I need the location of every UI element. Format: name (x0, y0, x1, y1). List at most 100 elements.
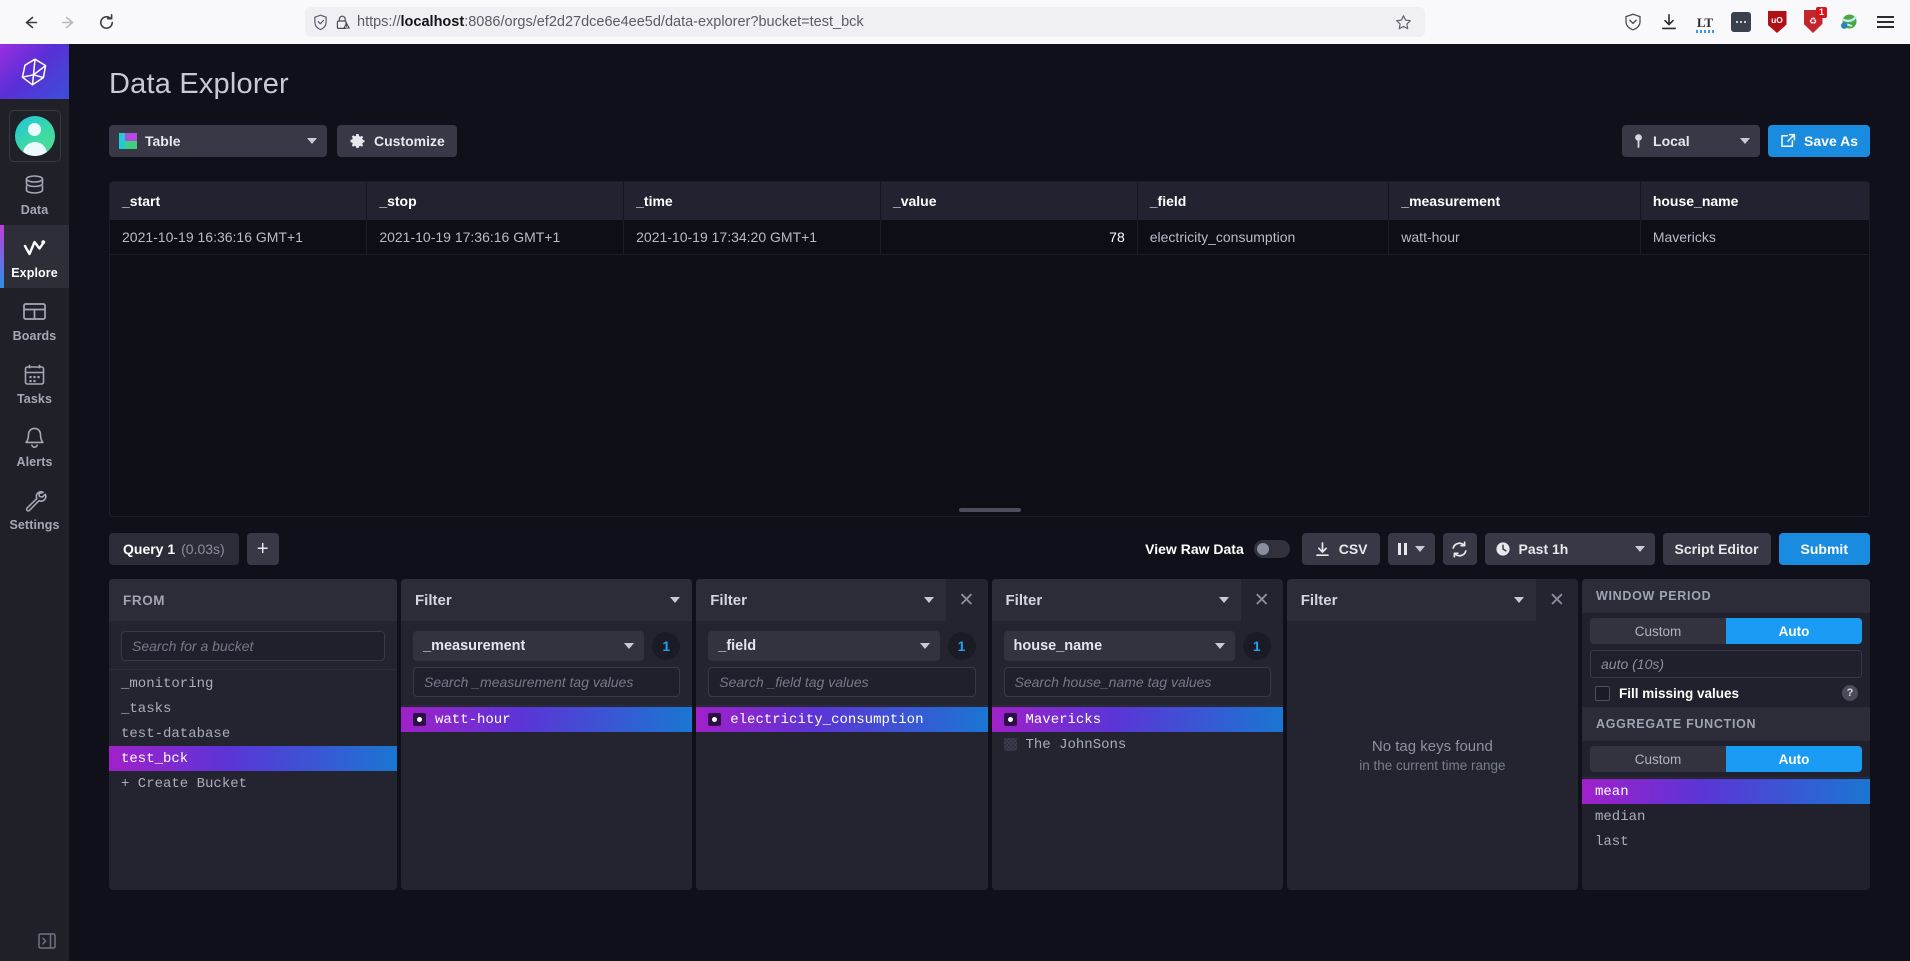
tag-key-label: _field (718, 638, 757, 654)
window-period-auto-option[interactable]: Auto (1726, 618, 1862, 644)
bucket-search-input[interactable] (121, 631, 385, 661)
column-header-measurement[interactable]: _measurement (1388, 182, 1641, 220)
aggregate-function-mode-toggle[interactable]: Custom Auto (1590, 746, 1862, 772)
timezone-dropdown[interactable]: Local (1622, 125, 1761, 157)
back-button[interactable] (12, 6, 48, 38)
column-header-time[interactable]: _time (623, 182, 881, 220)
table-scrollbar-thumb[interactable] (958, 508, 1021, 512)
window-period-value[interactable]: auto (10s) (1590, 650, 1862, 678)
list-item[interactable]: The JohnSons (992, 732, 1283, 757)
window-period-mode-toggle[interactable]: Custom Auto (1590, 618, 1862, 644)
list-item-selected[interactable]: watt-hour (401, 707, 693, 732)
sidebar-item-data[interactable]: Data (0, 162, 69, 225)
submit-button[interactable]: Submit (1778, 533, 1870, 565)
view-raw-data-control[interactable]: View Raw Data (1145, 540, 1290, 558)
list-item[interactable]: median (1582, 804, 1870, 829)
list-item[interactable]: test-database (109, 721, 397, 746)
add-query-button[interactable]: + (246, 533, 279, 565)
avatar[interactable] (8, 110, 61, 162)
left-navigation: Data Explore Boards Tasks Alerts Setting… (0, 44, 69, 961)
tag-value-search-input[interactable] (708, 667, 976, 697)
column-header-start[interactable]: _start (110, 182, 368, 220)
tag-value-search-input[interactable] (1003, 667, 1271, 697)
tag-key-row: house_name 1 (992, 621, 1283, 663)
list-item[interactable]: _monitoring (109, 671, 397, 696)
tag-value-list[interactable]: Mavericks The JohnSons (991, 705, 1283, 890)
time-range-label: Past 1h (1518, 541, 1569, 557)
list-item-selected[interactable]: mean (1582, 779, 1870, 804)
collapse-panel-icon[interactable] (0, 921, 69, 961)
sidebar-item-explore[interactable]: Explore (0, 225, 69, 288)
csv-download-button[interactable]: CSV (1301, 533, 1380, 565)
view-raw-data-toggle[interactable] (1253, 540, 1290, 558)
aggregate-custom-option[interactable]: Custom (1590, 746, 1726, 772)
tag-value-search-wrap (992, 663, 1283, 705)
column-header-stop[interactable]: _stop (366, 182, 625, 220)
extension-dots-icon[interactable] (1728, 9, 1754, 35)
hamburger-menu-icon[interactable] (1872, 9, 1898, 35)
pocket-icon[interactable] (1620, 9, 1646, 35)
list-item[interactable]: _tasks (109, 696, 397, 721)
list-item[interactable]: last (1582, 829, 1870, 854)
url-bar[interactable]: https://localhost:8086/orgs/ef2d27dce6e4… (305, 7, 1425, 37)
bookmark-button[interactable] (1389, 8, 1417, 36)
bucket-list[interactable]: _monitoring _tasks test-database test_bc… (109, 669, 397, 890)
save-as-button[interactable]: Save As (1768, 125, 1870, 157)
close-icon[interactable]: ✕ (1241, 579, 1283, 621)
column-header-house-name[interactable]: house_name (1640, 182, 1869, 220)
fill-missing-values-row[interactable]: Fill missing values ? (1582, 682, 1870, 707)
script-editor-button[interactable]: Script Editor (1662, 533, 1771, 565)
cell-stop: 2021-10-19 17:36:16 GMT+1 (366, 220, 625, 255)
list-item-selected[interactable]: Mavericks (991, 707, 1283, 732)
sidebar-item-alerts[interactable]: Alerts (0, 414, 69, 477)
sidebar-item-boards[interactable]: Boards (0, 288, 69, 351)
tag-key-dropdown[interactable]: _measurement (413, 631, 645, 661)
tag-value-list[interactable]: electricity_consumption (696, 705, 988, 890)
privacy-badger-icon[interactable]: ♻ 1 (1800, 7, 1827, 35)
fill-missing-values-checkbox[interactable] (1595, 685, 1610, 701)
downloads-icon[interactable] (1656, 9, 1682, 35)
close-icon[interactable]: ✕ (946, 579, 988, 621)
customize-button[interactable]: Customize (337, 125, 457, 157)
pause-auto-refresh-button[interactable] (1387, 533, 1435, 565)
time-range-dropdown[interactable]: Past 1h (1484, 533, 1655, 565)
viz-type-dropdown[interactable]: Table (109, 125, 327, 157)
tag-key-dropdown[interactable]: _field (708, 631, 940, 661)
list-item-selected[interactable]: test_bck (109, 746, 397, 771)
question-mark-icon[interactable]: ? (1842, 685, 1858, 701)
create-bucket-button[interactable]: + Create Bucket (109, 771, 397, 796)
tag-value-list[interactable]: watt-hour (401, 705, 693, 890)
table-scrollbar[interactable] (110, 508, 1869, 512)
column-header-field[interactable]: _field (1137, 182, 1390, 220)
window-period-custom-option[interactable]: Custom (1590, 618, 1726, 644)
calendar-clock-icon (23, 362, 46, 388)
filter-type-dropdown[interactable]: Filter (401, 579, 693, 621)
query-tab-name: Query 1 (123, 541, 176, 557)
aggregate-function-list[interactable]: mean median last (1582, 777, 1870, 890)
forward-button[interactable] (50, 6, 86, 38)
tracking-shield-icon[interactable] (313, 14, 328, 31)
download-icon (1315, 541, 1329, 556)
query-tab[interactable]: Query 1 (0.03s) (109, 533, 239, 565)
filter-type-dropdown[interactable]: Filter (696, 579, 946, 621)
lock-warning-icon[interactable] (335, 14, 350, 31)
tag-value-search-input[interactable] (413, 667, 681, 697)
checkbox-checked-icon (413, 713, 426, 726)
aggregation-panel: WINDOW PERIOD Custom Auto auto (10s) Fil… (1582, 579, 1870, 890)
refresh-button[interactable] (1442, 533, 1477, 565)
filter-type-dropdown[interactable]: Filter (1286, 579, 1536, 621)
filter-title: Filter (710, 591, 747, 609)
influxdb-logo-icon[interactable] (0, 44, 69, 99)
sidebar-item-tasks[interactable]: Tasks (0, 351, 69, 414)
list-item-selected[interactable]: electricity_consumption (696, 707, 988, 732)
download-manager-globe-icon[interactable] (1836, 9, 1862, 35)
aggregate-auto-option[interactable]: Auto (1726, 746, 1862, 772)
close-icon[interactable]: ✕ (1536, 579, 1578, 621)
sidebar-item-settings[interactable]: Settings (0, 477, 69, 540)
languagetool-icon[interactable]: LT (1692, 9, 1718, 35)
tag-key-dropdown[interactable]: house_name (1003, 631, 1235, 661)
filter-type-dropdown[interactable]: Filter (991, 579, 1241, 621)
ublock-shield-icon[interactable]: uO (1764, 9, 1790, 35)
column-header-value[interactable]: _value (880, 182, 1138, 220)
reload-button[interactable] (88, 6, 124, 38)
